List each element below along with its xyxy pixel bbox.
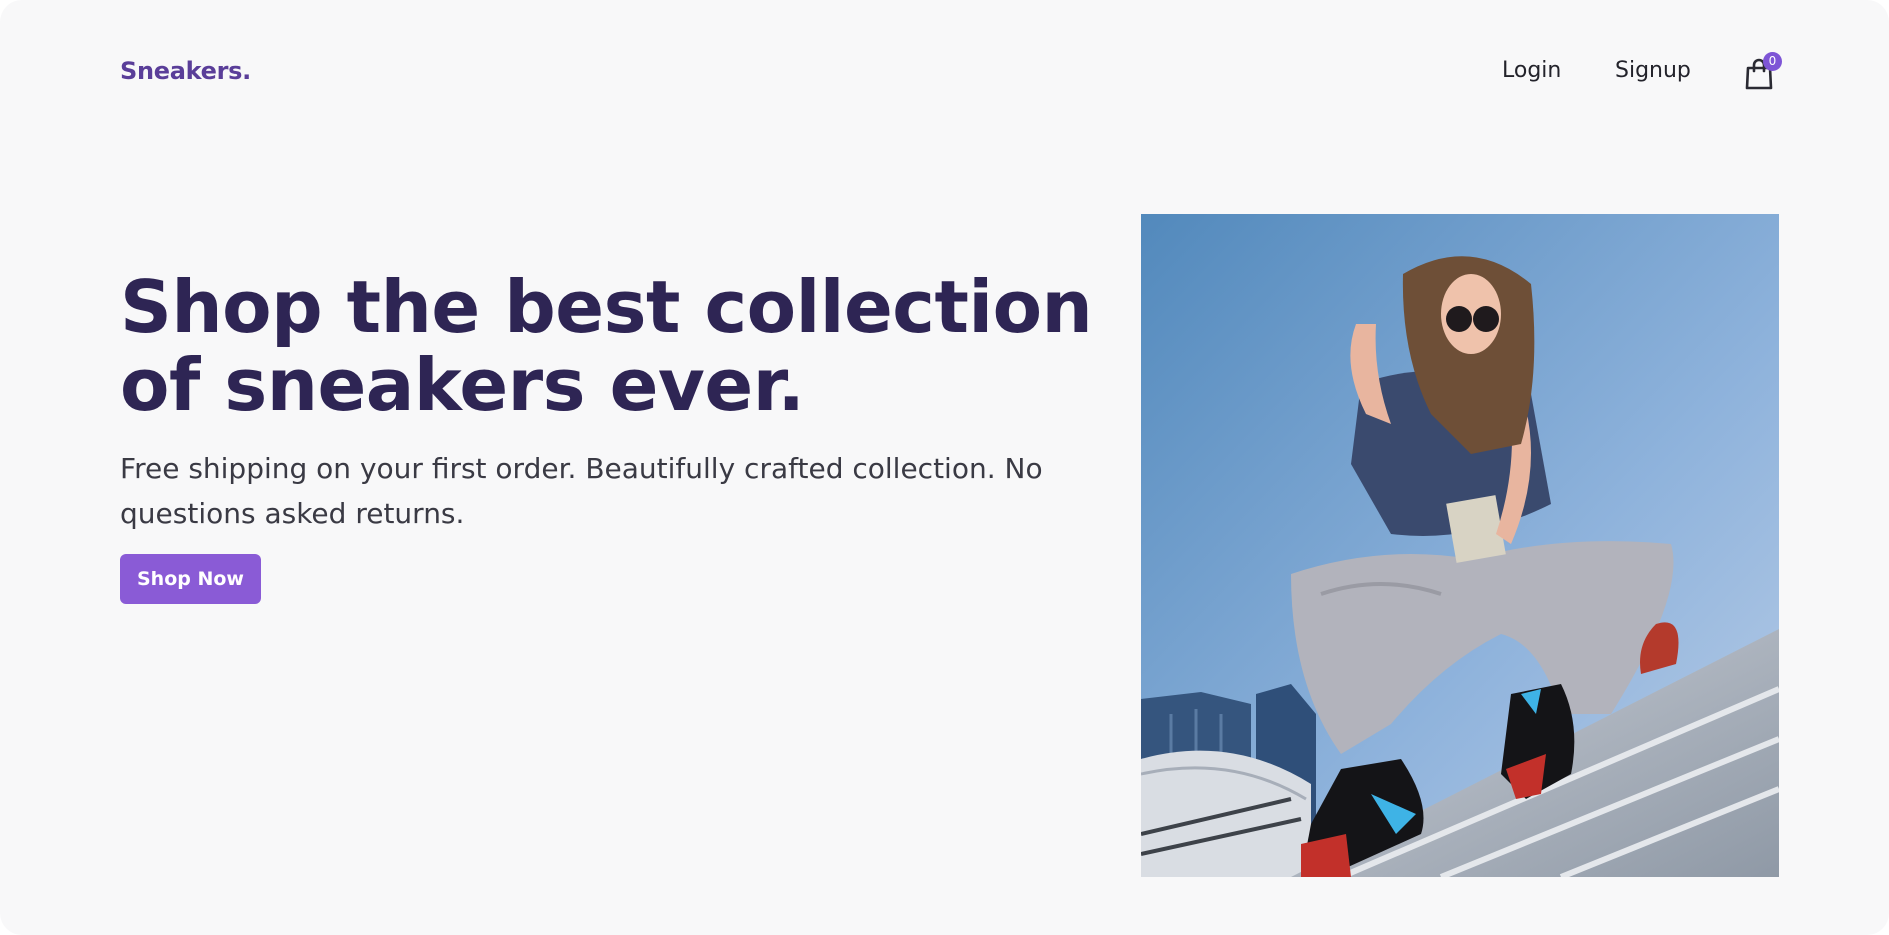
nav-login-link[interactable]: Login <box>1502 58 1561 83</box>
hero-photo <box>1141 214 1779 877</box>
hero-subtitle: Free shipping on your first order. Beaut… <box>120 452 1043 530</box>
shop-now-button[interactable]: Shop Now <box>120 554 261 604</box>
landing-page: Sneakers. Login Signup 0 Shop the best c… <box>0 0 1889 935</box>
nav-signup-link[interactable]: Signup <box>1615 58 1691 83</box>
hero-title: Shop the best collection of sneakers eve… <box>120 265 1093 427</box>
cart-button[interactable]: 0 <box>1745 52 1782 94</box>
cart-count-badge: 0 <box>1763 52 1782 71</box>
brand-logo[interactable]: Sneakers. <box>120 57 251 85</box>
